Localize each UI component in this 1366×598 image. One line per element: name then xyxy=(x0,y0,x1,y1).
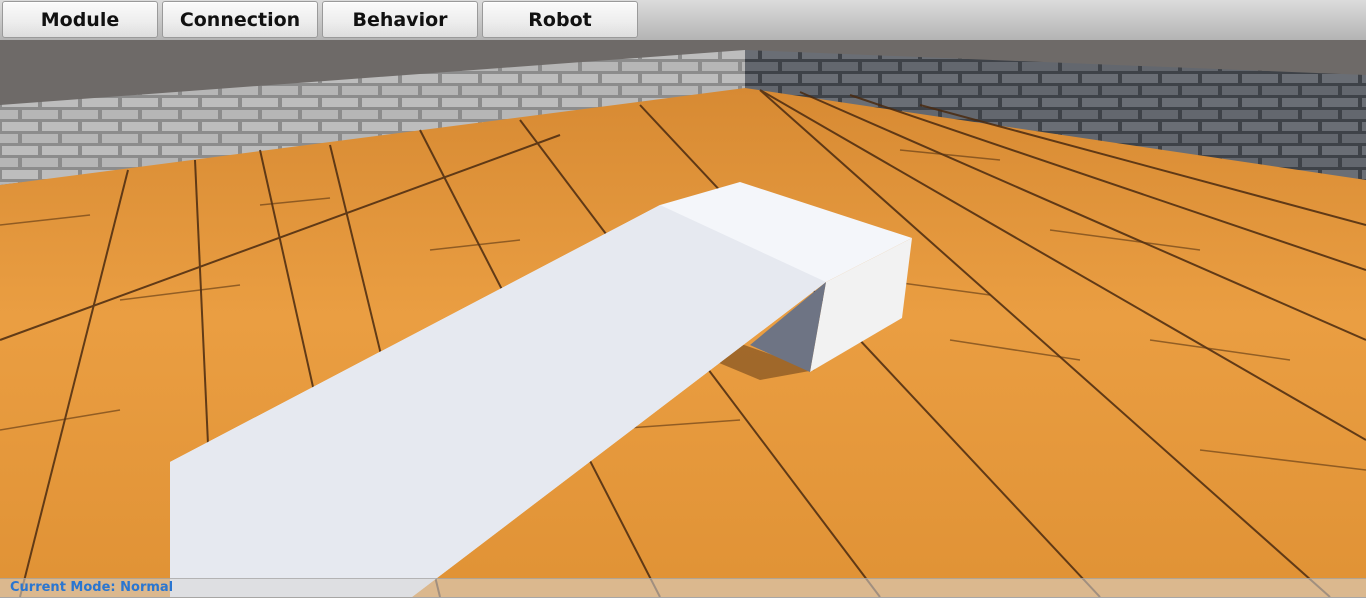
current-mode-label: Current Mode: Normal xyxy=(10,580,174,595)
top-menu-bar: Module Connection Behavior Robot xyxy=(0,0,1366,40)
behavior-button[interactable]: Behavior xyxy=(322,1,478,38)
status-bar: Current Mode: Normal xyxy=(0,578,1366,598)
3d-scene-viewport[interactable] xyxy=(0,0,1366,597)
robot-button[interactable]: Robot xyxy=(482,1,638,38)
connection-button[interactable]: Connection xyxy=(162,1,318,38)
module-button[interactable]: Module xyxy=(2,1,158,38)
